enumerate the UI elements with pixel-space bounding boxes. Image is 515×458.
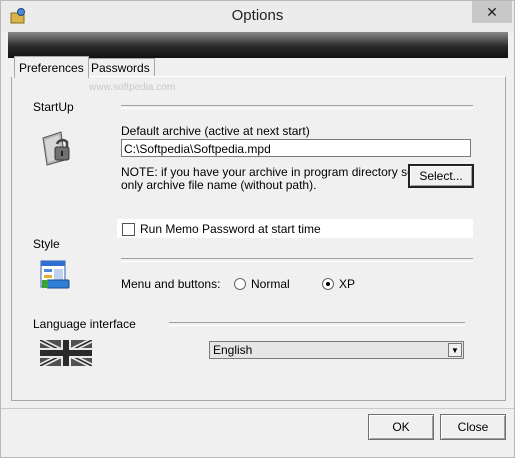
chevron-down-icon[interactable]: ▼ <box>448 343 462 357</box>
window-title: Options <box>231 7 284 24</box>
uk-flag-icon <box>38 337 94 369</box>
watermark-text: www.softpedia.com <box>89 82 176 93</box>
tab-preferences[interactable]: Preferences <box>14 56 89 78</box>
style-normal-label[interactable]: Normal <box>251 277 290 291</box>
language-selected-value: English <box>213 343 253 357</box>
archive-lock-icon <box>39 130 73 169</box>
language-section-label: Language interface <box>33 317 136 331</box>
select-archive-button[interactable]: Select... <box>408 164 474 188</box>
options-window: Options ✕ Preferences Passwords www.soft… <box>0 0 515 458</box>
run-memo-checkbox[interactable] <box>122 223 135 236</box>
title-bar: Options ✕ <box>1 1 514 32</box>
tab-passwords[interactable]: Passwords <box>86 58 155 77</box>
radio-selected-dot <box>326 282 330 286</box>
style-xp-radio[interactable] <box>322 278 334 290</box>
language-divider <box>169 322 465 326</box>
header-banner <box>8 32 508 58</box>
style-divider <box>121 258 473 262</box>
ok-button[interactable]: OK <box>368 414 434 440</box>
menu-buttons-label: Menu and buttons: <box>121 277 221 291</box>
language-select[interactable]: English ▼ <box>209 341 464 359</box>
default-archive-label: Default archive (active at next start) <box>121 124 310 138</box>
close-button[interactable]: Close <box>440 414 506 440</box>
archive-note-line1: NOTE: if you have your archive in progra… <box>121 165 418 179</box>
archive-note-line2: only archive file name (without path). <box>121 178 317 192</box>
run-memo-label[interactable]: Run Memo Password at start time <box>140 222 321 236</box>
style-xp-label[interactable]: XP <box>339 277 355 291</box>
startup-section-label: StartUp <box>33 100 74 114</box>
style-section-label: Style <box>33 237 60 251</box>
startup-divider <box>121 105 473 109</box>
style-normal-radio[interactable] <box>234 278 246 290</box>
footer-divider <box>1 408 514 409</box>
window-style-icon <box>39 259 71 294</box>
window-close-button[interactable]: ✕ <box>472 1 512 23</box>
archive-path-input[interactable]: C:\Softpedia\Softpedia.mpd <box>121 139 471 157</box>
